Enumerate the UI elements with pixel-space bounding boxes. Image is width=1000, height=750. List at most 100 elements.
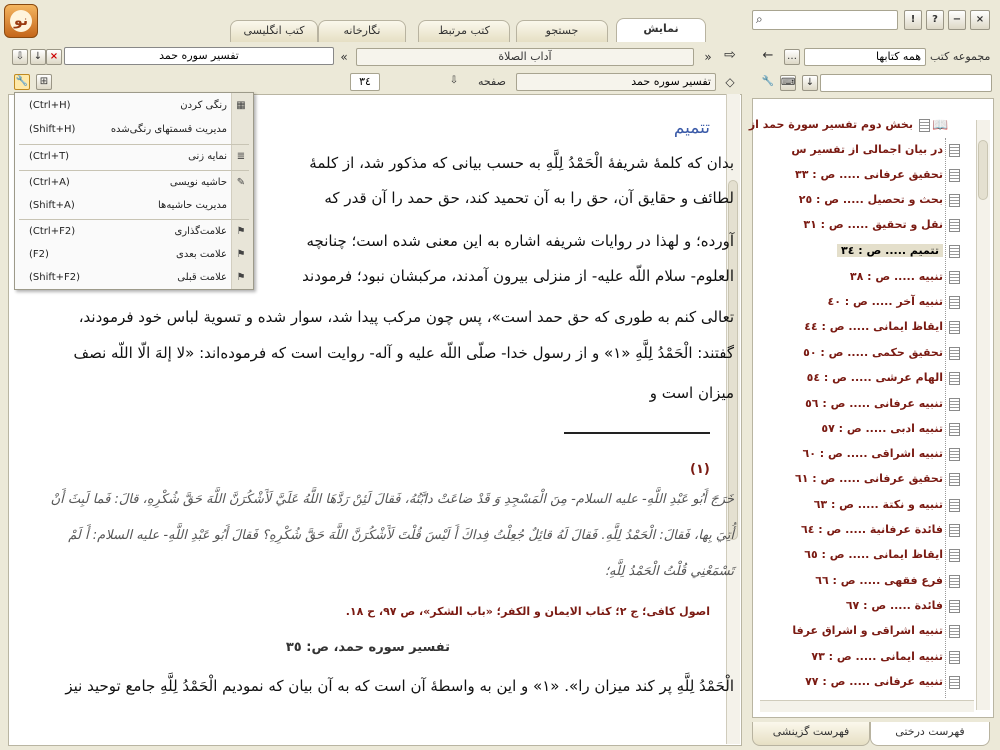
toc-item[interactable]: تنبيه ادبى ..... ص : ٥٧ xyxy=(821,418,960,440)
paragraph-line: آورده؛ و لهذا در روايات شريفه اشاره به ا… xyxy=(306,232,734,250)
toc-item-label: تنبيه آخر ..... ص : ٤٠ xyxy=(827,295,944,308)
page-icon xyxy=(949,422,960,436)
toc-item[interactable]: تحقيق حكمى ..... ص : ٥٠ xyxy=(803,342,960,364)
tab-tree-index[interactable]: فهرست درختی xyxy=(870,722,990,746)
page-icon xyxy=(949,270,960,284)
menu-item-annotate[interactable]: (Ctrl+A) حاشیه نویسی ✎ xyxy=(15,172,253,194)
page-icon xyxy=(949,371,960,385)
close-button[interactable]: × xyxy=(970,10,990,30)
page-icon xyxy=(949,574,960,588)
page-nav-icon[interactable]: ⇩ xyxy=(446,74,462,90)
toc-item[interactable]: تنبيه اشراقى ..... ص : ٦٠ xyxy=(803,443,960,465)
prev-tab-button[interactable]: « xyxy=(336,50,352,66)
tree-wrench-icon[interactable]: 🔧 xyxy=(760,75,776,91)
collection-select[interactable]: همه کتابها xyxy=(804,48,926,66)
paragraph-line: العلوم- سلام اللّه عليه- از منزلى بيرون … xyxy=(302,267,734,285)
info-button[interactable]: ! xyxy=(904,10,922,30)
tab-gallery[interactable]: نگارخانه xyxy=(318,20,406,42)
tab-selected-index[interactable]: فهرست گزینشی xyxy=(752,722,870,746)
layout-icon[interactable]: ⊞ xyxy=(36,74,52,90)
forward-icon[interactable]: ⇨ xyxy=(722,48,738,64)
tree-search-input[interactable] xyxy=(820,74,992,92)
menu-item-manage-annotations[interactable]: (Shift+A) مدیریت حاشیه‌ها xyxy=(15,195,253,217)
collection-label: مجموعه کتب xyxy=(930,50,991,63)
toc-item[interactable]: تنبيه آخر ..... ص : ٤٠ xyxy=(827,291,960,313)
other-book-tab[interactable]: آداب الصلاة xyxy=(356,48,694,66)
global-search-input[interactable] xyxy=(752,10,898,30)
toc-item-label: تحقيق حكمى ..... ص : ٥٠ xyxy=(803,346,943,359)
keyboard-icon[interactable]: ⌨ xyxy=(780,75,796,91)
footnote-divider xyxy=(564,432,710,434)
toc-hscroll[interactable] xyxy=(760,700,974,712)
toc-item[interactable]: نقل و تحقيق ..... ص : ٣١ xyxy=(803,214,960,236)
toc-item[interactable]: الهام عرشى ..... ص : ٥٤ xyxy=(807,367,960,389)
tab-search[interactable]: جستجو xyxy=(516,20,608,42)
close-tab-icon[interactable]: × xyxy=(46,49,62,65)
page-icon xyxy=(949,397,960,411)
menu-item-indexing[interactable]: (Ctrl+T) نمایه زنی ≣ xyxy=(15,146,253,168)
toc-item-label: فائدة ..... ص : ٦٧ xyxy=(845,599,943,612)
toc-item[interactable]: بخش دوم تفسير سورة حمد از xyxy=(749,114,930,136)
toc-item[interactable]: تنبيه و نكتة ..... ص : ٦٣ xyxy=(814,494,960,516)
toc-item[interactable]: ايقاظ ايمانى ..... ص : ٦٥ xyxy=(804,544,960,566)
page-icon xyxy=(949,295,960,309)
footnote-line: خَرَجَ أَبُو عَبْدِ اللَّهِ- عليه السلام… xyxy=(50,492,734,507)
tag-icon[interactable]: ◇ xyxy=(722,75,738,91)
tools-wrench-icon[interactable]: 🔧 xyxy=(14,74,30,90)
tab-list-icon[interactable]: ⇩ xyxy=(12,49,28,65)
section-field[interactable]: تفسير سوره حمد xyxy=(516,73,716,91)
search-icon: ⌕ xyxy=(756,12,763,26)
toc-item-label: ايقاظ ايمانى ..... ص : ٦٥ xyxy=(804,548,943,561)
prev-bookmark-icon: ⚑ xyxy=(236,272,246,283)
tab-down-arrow-icon[interactable]: ↓ xyxy=(30,49,46,65)
toc-item[interactable]: فائدة عرفانية ..... ص : ٦٤ xyxy=(801,519,960,541)
next-tab-button[interactable]: » xyxy=(700,50,716,66)
toc-item[interactable]: تتميم ..... ص : ٣٤ xyxy=(837,240,960,262)
toc-item-label: در بيان اجمالى از تفسير س xyxy=(791,143,943,156)
toc-item[interactable]: تنبيه ..... ص : ٣٨ xyxy=(850,266,960,288)
footnote-line: أُتِيَ بِها، فَقالَ: الْحَمْدُ لِلَّهِ. … xyxy=(68,528,734,543)
toc-item[interactable]: فرع فقهى ..... ص : ٦٦ xyxy=(815,570,960,592)
toc-item[interactable]: بحث و تحصيل ..... ص : ٢٥ xyxy=(799,189,960,211)
paragraph-line: بدان كه كلمۀ شريفۀ الْحَمْدُ لِلَّهِ به … xyxy=(309,154,734,172)
menu-item-manage-highlights[interactable]: (Shift+H) مدیریت قسمتهای رنگی‌شده xyxy=(15,119,253,141)
page-icon xyxy=(949,346,960,360)
collection-options-icon[interactable]: … xyxy=(784,49,800,65)
footnote-source: اصول كافى؛ ج ٢؛ كتاب الايمان و الكفر؛ «ب… xyxy=(345,605,710,618)
toc-item-label: تنبيه عرفانى ..... ص : ٥٦ xyxy=(805,397,943,410)
toc-item[interactable]: ايقاظ ايمانى ..... ص : ٤٤ xyxy=(804,316,960,338)
tab-display[interactable]: نمایش xyxy=(616,18,706,43)
paragraph-line: ميزان است و xyxy=(649,384,734,402)
toc-item-label: تنبيه ادبى ..... ص : ٥٧ xyxy=(821,422,943,435)
toc-item[interactable]: تنبيه عرفانى ..... ص : ٥٦ xyxy=(805,393,960,415)
tree-down-icon[interactable]: ↓ xyxy=(802,75,818,91)
menu-item-next-bookmark[interactable]: (F2) علامت بعدی ⚑ xyxy=(15,244,253,266)
menu-item-bookmark[interactable]: (Ctrl+F2) علامت‌گذاری ⚑ xyxy=(15,221,253,243)
toc-item-label: تنبيه ..... ص : ٣٨ xyxy=(849,270,943,283)
active-book-tab[interactable]: تفسير سوره حمد xyxy=(64,47,334,65)
toc-item[interactable]: در بيان اجمالى از تفسير س xyxy=(791,139,960,161)
minimize-button[interactable]: − xyxy=(948,10,966,30)
tools-menu: (Ctrl+H) رنگی کردن ▦ (Shift+H) مدیریت قسمته… xyxy=(14,92,254,290)
toc-scroll-thumb[interactable] xyxy=(978,140,988,200)
highlight-icon: ▦ xyxy=(236,100,246,111)
tab-english-books[interactable]: کتب انگلیسی xyxy=(230,20,318,42)
toc-item[interactable]: تحقيق عرفانى ..... ص : ٦١ xyxy=(795,468,960,490)
toc-item-label: نقل و تحقيق ..... ص : ٣١ xyxy=(803,218,943,231)
toc-scrollbar[interactable] xyxy=(976,120,990,710)
page-icon xyxy=(949,168,960,182)
help-button[interactable]: ? xyxy=(926,10,944,30)
menu-item-prev-bookmark[interactable]: (Shift+F2) علامت قبلی ⚑ xyxy=(15,267,253,289)
toc-item[interactable]: تحقيق عرفانى ..... ص : ٣٣ xyxy=(795,164,960,186)
annotate-icon: ✎ xyxy=(236,177,246,188)
toc-item[interactable]: تنبيه عرفانى ..... ص : ٧٧ xyxy=(805,671,960,693)
menu-item-highlight[interactable]: (Ctrl+H) رنگی کردن ▦ xyxy=(15,95,253,117)
tab-related-books[interactable]: کتب مرتبط xyxy=(418,20,510,42)
toc-item[interactable]: فائدة ..... ص : ٦٧ xyxy=(846,595,960,617)
page-icon xyxy=(949,523,960,537)
toc-item[interactable]: تنبيه اشراقى و اشراق عرفا xyxy=(792,620,960,642)
back-arrow-icon[interactable]: ← xyxy=(760,49,776,65)
page-icon xyxy=(949,548,960,562)
page-number-input[interactable]: ٣٤ xyxy=(350,73,380,91)
toc-item[interactable]: تنبيه ايمانى ..... ص : ٧٣ xyxy=(811,646,960,668)
